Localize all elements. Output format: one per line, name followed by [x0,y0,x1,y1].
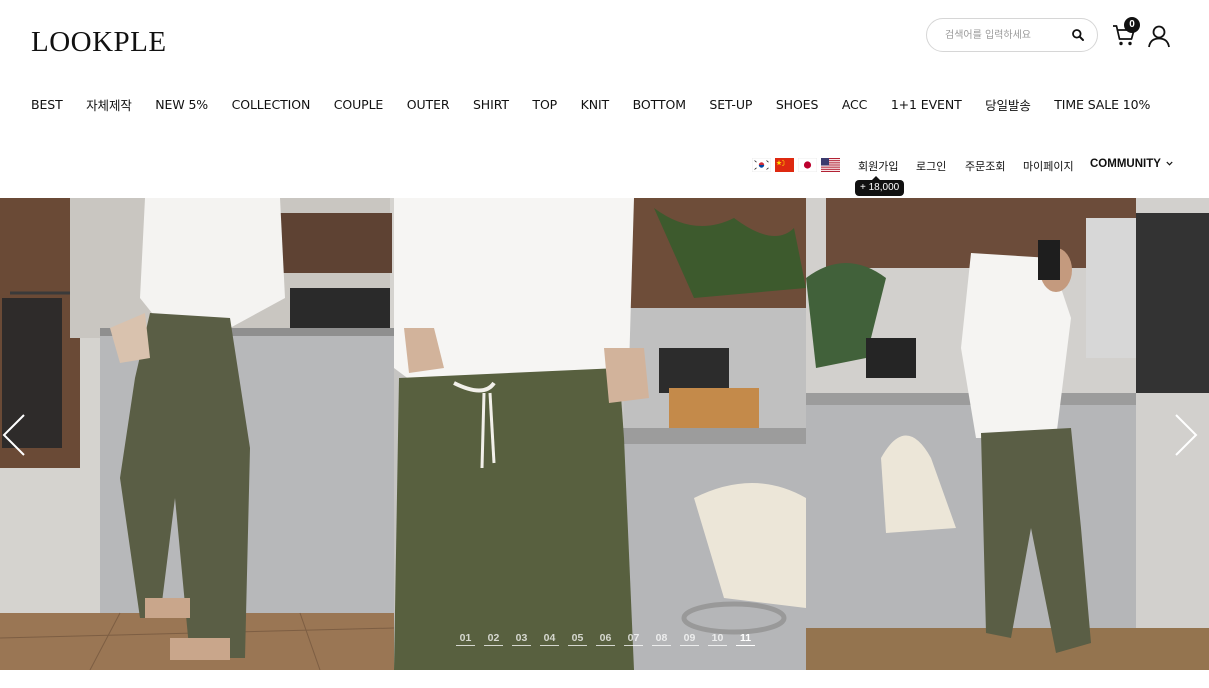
order-lookup-link[interactable]: 주문조회 [965,158,1005,174]
nav-item-time-sale[interactable]: TIME SALE 10% [1054,97,1150,112]
hero-photo-1 [0,198,394,670]
join-link[interactable]: 회원가입 [858,158,898,174]
join-points-badge: + 18,000 [855,176,905,196]
chevron-left-icon[interactable] [0,413,28,457]
hero-photo-2 [394,198,806,670]
nav-item-own-brand[interactable]: 자체제작 [86,95,132,114]
chevron-right-icon[interactable] [1172,413,1200,457]
login-link[interactable]: 로그인 [916,158,946,174]
page-06[interactable]: 06 [596,632,615,646]
nav-item-acc[interactable]: ACC [842,97,868,112]
page-07[interactable]: 07 [624,632,643,646]
page-02[interactable]: 02 [484,632,503,646]
chevron-down-icon [1166,162,1173,167]
nav-item-couple[interactable]: COUPLE [334,97,384,112]
cart-count-badge: 0 [1124,17,1140,33]
user-icon[interactable] [1147,24,1171,48]
brand-logo[interactable]: LOOKPLE [31,26,167,59]
nav-item-best[interactable]: BEST [31,97,63,112]
slider-pagination: 01 02 03 04 05 06 07 08 09 10 11 [456,632,755,646]
main-navigation: BEST 자체제작 NEW 5% COLLECTION COUPLE OUTER… [31,95,1150,114]
language-flags [752,158,840,172]
japan-flag-icon[interactable] [798,158,817,172]
nav-item-shirt[interactable]: SHIRT [473,97,509,112]
search-box [926,18,1098,52]
hero-slider[interactable]: 01 02 03 04 05 06 07 08 09 10 11 [0,198,1209,670]
hero-photo-3 [806,198,1209,670]
usa-flag-icon[interactable] [821,158,840,172]
page-04[interactable]: 04 [540,632,559,646]
nav-item-collection[interactable]: COLLECTION [232,97,311,112]
korea-flag-icon[interactable] [752,158,771,172]
china-flag-icon[interactable] [775,158,794,172]
page-05[interactable]: 05 [568,632,587,646]
search-input[interactable] [945,27,1063,44]
nav-item-setup[interactable]: SET-UP [709,97,752,112]
nav-item-top[interactable]: TOP [532,97,557,112]
nav-item-bottom[interactable]: BOTTOM [633,97,686,112]
page-09[interactable]: 09 [680,632,699,646]
page-10[interactable]: 10 [708,632,727,646]
nav-item-new[interactable]: NEW 5% [155,97,208,112]
nav-item-knit[interactable]: KNIT [581,97,610,112]
nav-item-same-day[interactable]: 당일발송 [985,95,1031,114]
nav-item-one-plus-one[interactable]: 1+1 EVENT [891,97,962,112]
page-03[interactable]: 03 [512,632,531,646]
community-label: COMMUNITY [1090,158,1161,170]
page-08[interactable]: 08 [652,632,671,646]
nav-item-shoes[interactable]: SHOES [776,97,819,112]
community-menu[interactable]: COMMUNITY [1090,158,1173,170]
page-01[interactable]: 01 [456,632,475,646]
mypage-link[interactable]: 마이페이지 [1023,158,1074,174]
search-icon[interactable] [1071,28,1085,42]
page-11[interactable]: 11 [736,632,755,646]
nav-item-outer[interactable]: OUTER [407,97,450,112]
